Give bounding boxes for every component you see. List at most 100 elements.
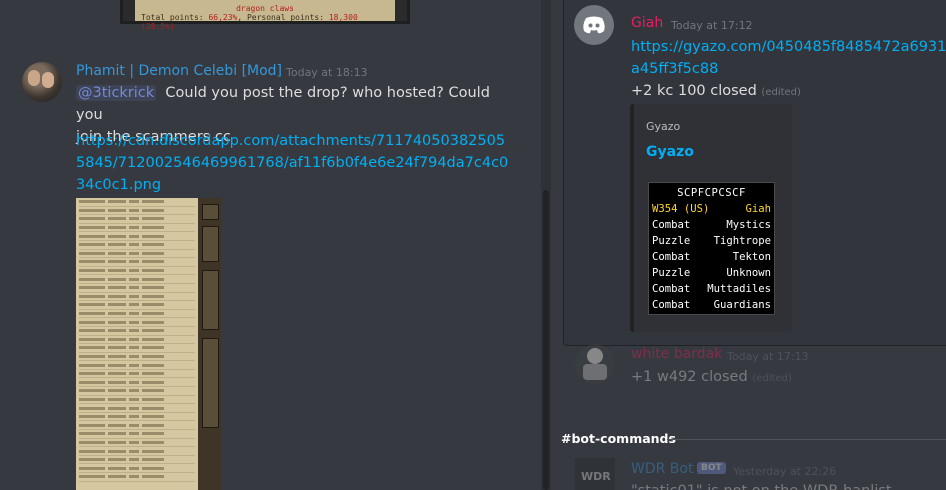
hiscores-row [79,327,195,336]
hiscores-row [79,370,195,379]
hiscores-row [79,404,195,413]
channel-divider-label[interactable]: #bot-commands [561,431,676,446]
mention-3tickrick[interactable]: @3tickrick [76,85,157,101]
hiscores-row [79,207,195,216]
giah-text: +2 kc 100 closed [631,83,757,99]
game-side-panel [198,198,221,490]
embed-image-row: Combat Tekton [652,249,771,265]
phamit-avatar[interactable] [22,62,62,102]
phamit-username[interactable]: Phamit | Demon Celebi [Mod] [76,63,282,79]
gyazo-embed: Gyazo Gyazo SCPFCPCSCF W354 (US) Giah Comb… [630,104,792,332]
embed-image[interactable]: SCPFCPCSCF W354 (US) Giah Combat Mystics Puz… [648,182,775,315]
embed-row-right: Giah [745,203,771,215]
white-bardak-username[interactable]: white bardak [631,346,722,362]
hiscores-row [79,447,195,456]
giah-edited-label: (edited) [761,87,801,98]
hiscores-row [79,396,195,405]
wdr-bot-timestamp[interactable]: Yesterday at 22:26 [733,465,836,478]
giah-avatar[interactable] [574,5,614,45]
left-chat-pane[interactable]: dragon claws Total points: 66,23%, Perso… [0,0,541,490]
hiscores-row [79,378,195,388]
hiscores-row [79,413,195,422]
left-scrollbar[interactable] [541,0,551,490]
embed-row-left: Combat [652,251,691,263]
hiscores-row [79,293,195,302]
embed-image-row: Puzzle Tightrope [652,233,771,249]
hiscores-row [79,232,195,241]
hiscores-row [79,267,195,276]
giah-timestamp[interactable]: Today at 17:12 [671,19,753,32]
top-image-points: 18,300 [328,13,358,22]
top-image-mid: , Personal points: [237,13,329,22]
hiscores-row [79,344,195,353]
hiscores-row [79,250,195,259]
giah-username[interactable]: Giah [631,15,663,31]
giah-message-text: +2 kc 100 closed (edited) [631,80,801,104]
white-bardak-message-text: +1 w492 closed (edited) [631,366,792,390]
hiscores-row [79,241,195,250]
phamit-attachment-image[interactable] [76,198,221,490]
hiscores-row [79,310,195,319]
hiscores-row [79,224,195,233]
embed-row-left: Puzzle [652,235,691,247]
white-bardak-timestamp[interactable]: Today at 17:13 [727,350,809,363]
wdr-avatar-text: WDR [581,470,611,483]
hiscores-row [79,284,195,293]
hiscores-row [79,361,195,370]
embed-image-row: Combat Muttadiles [652,281,771,297]
embed-row-right: Unknown [726,267,771,279]
hiscores-row [79,430,195,439]
embed-row-left: Combat [652,219,691,231]
hiscores-row [79,456,195,465]
wdr-bot-username[interactable]: WDR Bot [631,461,693,477]
top-image-percent: (28.5%) [141,22,175,31]
hiscores-row [79,258,195,267]
white-bardak-avatar[interactable] [575,344,615,384]
phamit-link-line1: https://cdn.discordapp.com/attachments/7… [76,133,506,149]
embed-image-row: Combat Guardians [652,297,771,313]
embed-image-header: SCPFCPCSCF [677,187,746,199]
phamit-attachment-link[interactable]: https://cdn.discordapp.com/attachments/7… [76,130,508,196]
hiscores-row [79,275,195,284]
embed-row-left: Combat [652,283,691,295]
hiscores-row [79,215,195,224]
bot-badge: BOT [697,462,726,474]
embed-row-right: Tekton [732,251,771,263]
hiscores-row [79,439,195,448]
hiscores-row [79,464,195,473]
top-image-value: 66,23% [208,13,238,22]
hiscores-row [79,473,195,482]
embed-image-row: Puzzle Unknown [652,265,771,281]
embed-image-row: W354 (US) Giah [652,201,771,217]
embed-row-right: Guardians [713,299,771,311]
hiscores-row [79,198,195,207]
top-image-prefix: Total points: [141,13,209,22]
top-attachment-image[interactable]: dragon claws Total points: 66,23%, Perso… [120,0,410,31]
hiscores-row [79,318,195,327]
hiscores-row [79,353,195,362]
embed-provider[interactable]: Gyazo [646,120,680,133]
hiscores-sheet [76,198,198,490]
white-bardak-edited-label: (edited) [752,373,792,384]
hiscores-row [79,387,195,396]
embed-row-left: Combat [652,299,691,311]
phamit-link-line2: 5845/712002546469961768/af11f6b0f4e6e24f… [76,155,509,171]
wdr-bot-avatar[interactable]: WDR [575,458,615,490]
embed-row-right: Tightrope [713,235,771,247]
phamit-link-line3: 34c0c1.png [76,177,162,193]
phamit-timestamp[interactable]: Today at 18:13 [286,66,368,79]
white-bardak-text: +1 w492 closed [631,369,748,385]
embed-row-left: Puzzle [652,267,691,279]
left-scrollbar-thumb[interactable] [543,190,549,490]
embed-row-right: Muttadiles [707,283,771,295]
giah-gyazo-link[interactable]: https://gyazo.com/0450485f8485472a6931d … [631,36,946,80]
embed-title[interactable]: Gyazo [646,144,694,160]
embed-image-row: Combat Mystics [652,217,771,233]
top-image-line1: dragon claws [236,4,294,13]
hiscores-row [79,421,195,431]
top-attachment-content: dragon claws Total points: 66,23%, Perso… [135,0,395,31]
channel-divider-line [667,439,946,440]
giah-link-line1: https://gyazo.com/0450485f8485472a6931d [631,39,946,55]
right-chat-pane[interactable]: Giah Today at 17:12 https://gyazo.com/04… [551,0,946,490]
hiscores-row [79,301,195,310]
